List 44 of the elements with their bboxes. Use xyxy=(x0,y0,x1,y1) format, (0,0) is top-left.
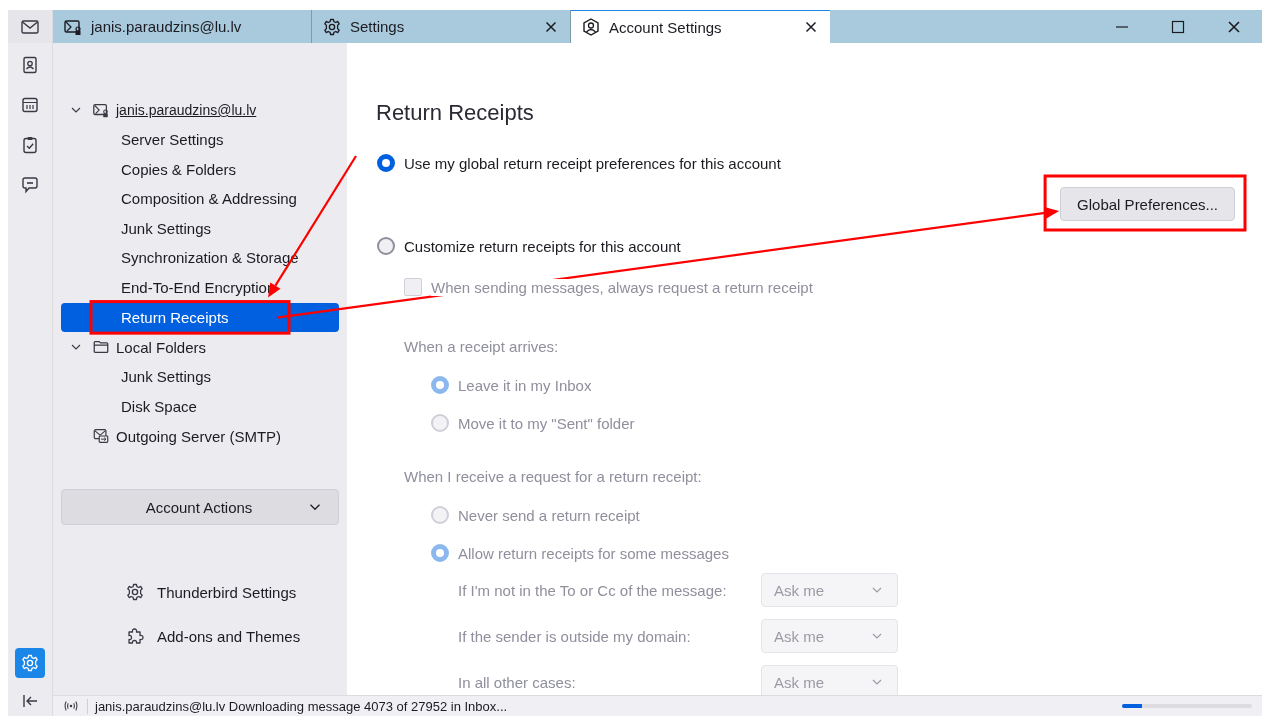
status-text: janis.paraudzins@lu.lv Downloading message 4073 of 27952 in Inbox... xyxy=(87,698,1122,714)
sidebar-item[interactable]: Composition & Addressing xyxy=(61,184,339,214)
sidebar-item[interactable]: Return Receipts xyxy=(61,302,339,333)
sidebar-link[interactable]: Add-ons and Themes xyxy=(157,627,301,645)
radio-button[interactable] xyxy=(377,237,395,255)
settings-icon xyxy=(322,16,342,37)
tab-label: Settings xyxy=(350,18,406,35)
clipboard-check-icon[interactable] xyxy=(20,135,40,155)
field-label: In all other cases: xyxy=(458,673,577,691)
radio-label: Use my global return receipt preferences for this account xyxy=(404,154,781,172)
account-icon xyxy=(581,17,601,37)
calendar-icon[interactable] xyxy=(20,95,40,115)
radio-label: Allow return receipts for some messages xyxy=(458,544,729,562)
page-title: Return Receipts xyxy=(376,100,535,126)
envelope-account-icon xyxy=(92,101,110,119)
radio-label: Move it to my "Sent" folder xyxy=(458,414,635,432)
radio-label: Never send a return receipt xyxy=(458,506,640,524)
radio-label: Customize return receipts for this account xyxy=(404,237,681,255)
radio-label: Leave it in my Inbox xyxy=(458,376,592,394)
puzzle-icon[interactable] xyxy=(125,626,145,647)
sidebar-item[interactable]: Junk Settings xyxy=(61,213,339,244)
sidebar-item[interactable]: Junk Settings xyxy=(61,362,339,392)
account-item[interactable]: Local Folders xyxy=(116,338,207,356)
sidebar-link[interactable]: Thunderbird Settings xyxy=(157,583,297,601)
section-label: When I receive a request for a return receipt: xyxy=(403,467,703,487)
tab[interactable]: Account Settings xyxy=(571,10,830,43)
account-item[interactable]: Outgoing Server (SMTP) xyxy=(116,427,282,445)
chat-bubble-icon[interactable] xyxy=(20,175,40,195)
settings-icon[interactable] xyxy=(125,582,145,603)
field-label: If the sender is outside my domain: xyxy=(458,627,692,645)
radio-button[interactable] xyxy=(377,154,395,172)
outgoing-server-icon xyxy=(92,427,110,446)
global-preferences-button[interactable]: Global Preferences... xyxy=(1060,187,1235,221)
section-label: When a receipt arrives: xyxy=(403,337,560,357)
sidebar-item[interactable]: Disk Space xyxy=(61,391,339,422)
sidebar-item[interactable]: Copies & Folders xyxy=(61,154,339,185)
tab-label: Account Settings xyxy=(609,18,723,36)
sidebar-item[interactable]: Server Settings xyxy=(61,125,339,155)
account-item[interactable]: janis.paraudzins@lu.lv xyxy=(116,102,257,118)
account-actions-button[interactable]: Account Actions xyxy=(61,489,339,526)
checkbox-label: When sending messages, always request a return receipt xyxy=(431,278,813,296)
address-book-icon[interactable] xyxy=(20,55,40,75)
tab-label: janis.paraudzins@lu.lv xyxy=(91,18,243,35)
field-label: If I'm not in the To or Cc of the message: xyxy=(458,581,728,599)
